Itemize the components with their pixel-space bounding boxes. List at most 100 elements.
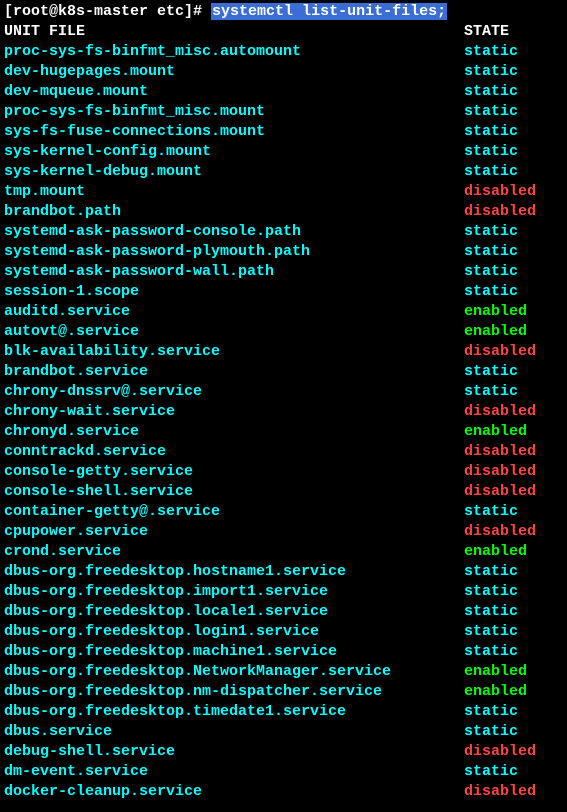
- unit-file-state: disabled: [464, 202, 536, 222]
- unit-file-name: sys-fs-fuse-connections.mount: [4, 122, 464, 142]
- column-header-state: STATE: [464, 22, 509, 42]
- unit-file-name: dbus-org.freedesktop.NetworkManager.serv…: [4, 662, 464, 682]
- unit-file-row: proc-sys-fs-binfmt_misc.mountstatic: [4, 102, 563, 122]
- unit-file-state: static: [464, 102, 518, 122]
- unit-file-state: enabled: [464, 682, 527, 702]
- unit-file-row: dev-hugepages.mountstatic: [4, 62, 563, 82]
- unit-file-state: static: [464, 622, 518, 642]
- unit-file-row: autovt@.serviceenabled: [4, 322, 563, 342]
- unit-file-name: sys-kernel-config.mount: [4, 142, 464, 162]
- unit-file-state: static: [464, 62, 518, 82]
- unit-file-row: sys-fs-fuse-connections.mountstatic: [4, 122, 563, 142]
- unit-file-row: tmp.mountdisabled: [4, 182, 563, 202]
- unit-file-state: static: [464, 82, 518, 102]
- unit-file-row: systemd-ask-password-plymouth.pathstatic: [4, 242, 563, 262]
- unit-file-state: disabled: [464, 462, 536, 482]
- unit-file-row: sys-kernel-config.mountstatic: [4, 142, 563, 162]
- unit-file-row: dbus-org.freedesktop.login1.servicestati…: [4, 622, 563, 642]
- unit-file-row: dbus-org.freedesktop.locale1.servicestat…: [4, 602, 563, 622]
- unit-file-state: static: [464, 382, 518, 402]
- unit-file-state: enabled: [464, 302, 527, 322]
- unit-file-state: static: [464, 602, 518, 622]
- unit-file-state: static: [464, 262, 518, 282]
- unit-file-name: dbus-org.freedesktop.locale1.service: [4, 602, 464, 622]
- unit-file-name: dbus-org.freedesktop.timedate1.service: [4, 702, 464, 722]
- unit-file-state: static: [464, 222, 518, 242]
- unit-file-name: brandbot.service: [4, 362, 464, 382]
- unit-file-state: static: [464, 122, 518, 142]
- unit-file-name: console-shell.service: [4, 482, 464, 502]
- unit-file-name: crond.service: [4, 542, 464, 562]
- unit-file-state: static: [464, 242, 518, 262]
- unit-file-state: static: [464, 282, 518, 302]
- unit-file-state: static: [464, 582, 518, 602]
- unit-file-state: disabled: [464, 442, 536, 462]
- unit-file-name: dbus-org.freedesktop.import1.service: [4, 582, 464, 602]
- unit-file-name: proc-sys-fs-binfmt_misc.automount: [4, 42, 464, 62]
- unit-file-state: enabled: [464, 542, 527, 562]
- unit-file-row: console-getty.servicedisabled: [4, 462, 563, 482]
- column-header-row: UNIT FILE STATE: [4, 22, 563, 42]
- unit-file-state: static: [464, 642, 518, 662]
- shell-command[interactable]: systemctl list-unit-files;: [211, 3, 447, 20]
- unit-file-name: dbus.service: [4, 722, 464, 742]
- unit-file-name: systemd-ask-password-console.path: [4, 222, 464, 242]
- unit-file-name: dbus-org.freedesktop.login1.service: [4, 622, 464, 642]
- unit-file-row: dbus-org.freedesktop.machine1.servicesta…: [4, 642, 563, 662]
- unit-file-name: dm-event.service: [4, 762, 464, 782]
- unit-file-name: chrony-dnssrv@.service: [4, 382, 464, 402]
- unit-file-row: debug-shell.servicedisabled: [4, 742, 563, 762]
- unit-file-name: conntrackd.service: [4, 442, 464, 462]
- unit-file-state: enabled: [464, 322, 527, 342]
- unit-file-row: chronyd.serviceenabled: [4, 422, 563, 442]
- unit-file-row: docker-cleanup.servicedisabled: [4, 782, 563, 802]
- unit-file-row: crond.serviceenabled: [4, 542, 563, 562]
- unit-file-state: static: [464, 722, 518, 742]
- unit-file-row: console-shell.servicedisabled: [4, 482, 563, 502]
- unit-file-row: auditd.serviceenabled: [4, 302, 563, 322]
- unit-file-row: dbus-org.freedesktop.nm-dispatcher.servi…: [4, 682, 563, 702]
- unit-file-name: dbus-org.freedesktop.hostname1.service: [4, 562, 464, 582]
- unit-file-row: systemd-ask-password-console.pathstatic: [4, 222, 563, 242]
- unit-file-state: static: [464, 562, 518, 582]
- unit-file-state: static: [464, 362, 518, 382]
- unit-file-row: session-1.scopestatic: [4, 282, 563, 302]
- unit-file-name: blk-availability.service: [4, 342, 464, 362]
- unit-file-name: cpupower.service: [4, 522, 464, 542]
- unit-file-state: enabled: [464, 422, 527, 442]
- unit-file-state: static: [464, 162, 518, 182]
- unit-file-state: enabled: [464, 662, 527, 682]
- unit-file-name: dbus-org.freedesktop.nm-dispatcher.servi…: [4, 682, 464, 702]
- shell-prompt-line: [root@k8s-master etc]# systemctl list-un…: [4, 2, 563, 22]
- unit-file-row: dbus-org.freedesktop.import1.servicestat…: [4, 582, 563, 602]
- unit-file-name: proc-sys-fs-binfmt_misc.mount: [4, 102, 464, 122]
- unit-file-row: chrony-dnssrv@.servicestatic: [4, 382, 563, 402]
- unit-file-name: docker-cleanup.service: [4, 782, 464, 802]
- unit-file-state: disabled: [464, 482, 536, 502]
- unit-file-state: static: [464, 42, 518, 62]
- unit-file-name: sys-kernel-debug.mount: [4, 162, 464, 182]
- unit-file-name: chrony-wait.service: [4, 402, 464, 422]
- unit-file-row: proc-sys-fs-binfmt_misc.automountstatic: [4, 42, 563, 62]
- unit-file-name: dev-mqueue.mount: [4, 82, 464, 102]
- unit-file-state: disabled: [464, 342, 536, 362]
- unit-file-name: session-1.scope: [4, 282, 464, 302]
- unit-file-state: disabled: [464, 782, 536, 802]
- unit-file-state: static: [464, 702, 518, 722]
- unit-file-row: brandbot.servicestatic: [4, 362, 563, 382]
- unit-file-state: static: [464, 142, 518, 162]
- unit-file-row: container-getty@.servicestatic: [4, 502, 563, 522]
- unit-file-state: static: [464, 762, 518, 782]
- unit-file-row: systemd-ask-password-wall.pathstatic: [4, 262, 563, 282]
- unit-file-state: disabled: [464, 182, 536, 202]
- unit-file-row: dev-mqueue.mountstatic: [4, 82, 563, 102]
- unit-file-row: dbus-org.freedesktop.hostname1.servicest…: [4, 562, 563, 582]
- unit-file-name: dev-hugepages.mount: [4, 62, 464, 82]
- unit-file-name: brandbot.path: [4, 202, 464, 222]
- unit-file-row: dbus-org.freedesktop.NetworkManager.serv…: [4, 662, 563, 682]
- unit-file-row: conntrackd.servicedisabled: [4, 442, 563, 462]
- unit-file-name: systemd-ask-password-plymouth.path: [4, 242, 464, 262]
- unit-file-state: disabled: [464, 522, 536, 542]
- unit-file-name: autovt@.service: [4, 322, 464, 342]
- unit-file-state: static: [464, 502, 518, 522]
